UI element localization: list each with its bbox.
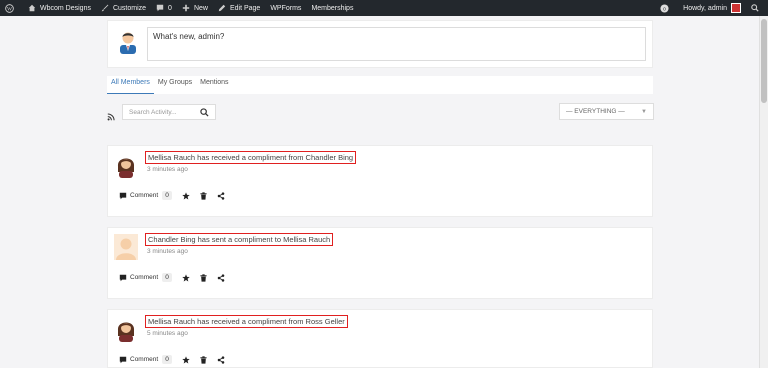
post-update-form: What's new, admin? xyxy=(107,20,653,68)
activity-text-link[interactable]: Mellisa Rauch has received a compliment … xyxy=(145,315,348,328)
edit-page-link[interactable]: Edit Page xyxy=(213,0,265,16)
activity-item: Mellisa Rauch has received a compliment … xyxy=(107,309,653,368)
tab-my-groups[interactable]: My Groups xyxy=(154,76,196,94)
activity-actions: Comment 0 xyxy=(119,355,225,364)
howdy-label: Howdy, admin xyxy=(683,4,727,12)
comment-bubble-icon xyxy=(156,4,164,12)
activity-timestamp[interactable]: 3 minutes ago xyxy=(147,166,188,173)
favorite-star-icon[interactable] xyxy=(182,191,190,200)
comments-link[interactable]: 0 xyxy=(151,0,177,16)
plus-icon xyxy=(182,4,190,12)
caret-down-icon: ▼ xyxy=(641,108,647,115)
tab-mentions[interactable]: Mentions xyxy=(196,76,232,94)
new-label: New xyxy=(193,4,208,12)
share-icon[interactable] xyxy=(217,273,225,282)
favorite-star-icon[interactable] xyxy=(182,273,190,282)
search-placeholder: Search Activity... xyxy=(129,108,177,116)
activity-timestamp[interactable]: 5 minutes ago xyxy=(147,330,188,337)
activity-item: Chandler Bing has sent a compliment to M… xyxy=(107,227,653,299)
filter-selected-value: — EVERYTHING — xyxy=(566,108,625,115)
activity-actions: Comment 0 xyxy=(119,273,225,282)
whats-new-textarea[interactable]: What's new, admin? xyxy=(147,27,646,61)
my-account-link[interactable]: Howdy, admin xyxy=(678,0,746,16)
activity-item: Mellisa Rauch has received a compliment … xyxy=(107,145,653,217)
admin-bar: W Wbcom Designs Customize 0 New Edit Pag… xyxy=(0,0,768,16)
site-name-label: Wbcom Designs xyxy=(40,4,91,12)
activity-text-link[interactable]: Mellisa Rauch has received a compliment … xyxy=(145,151,357,164)
activity-search-input[interactable]: Search Activity... xyxy=(122,104,216,120)
activity-timestamp[interactable]: 3 minutes ago xyxy=(147,248,188,255)
activity-text-link[interactable]: Chandler Bing has sent a compliment to M… xyxy=(145,233,334,246)
svg-text:0: 0 xyxy=(663,6,666,12)
female-avatar-icon[interactable] xyxy=(114,152,138,178)
delete-trash-icon[interactable] xyxy=(200,355,207,364)
activity-tabs: All Members My Groups Mentions xyxy=(107,76,653,94)
comment-count: 0 xyxy=(162,191,172,200)
comment-button[interactable]: Comment 0 xyxy=(119,191,172,200)
admin-search-button[interactable] xyxy=(746,0,768,16)
rss-icon[interactable] xyxy=(107,108,115,126)
comment-icon xyxy=(119,192,127,199)
comment-button[interactable]: Comment 0 xyxy=(119,355,172,364)
site-name-link[interactable]: Wbcom Designs xyxy=(23,0,96,16)
home-icon xyxy=(28,4,36,12)
comment-label: Comment xyxy=(130,274,159,281)
share-icon[interactable] xyxy=(217,191,225,200)
comment-icon xyxy=(119,356,127,363)
favorite-star-icon[interactable] xyxy=(182,355,190,364)
pencil-icon xyxy=(218,4,226,12)
comments-count: 0 xyxy=(168,4,172,12)
scrollbar-thumb[interactable] xyxy=(761,19,767,103)
wordpress-logo-icon[interactable]: W xyxy=(0,0,23,16)
share-icon[interactable] xyxy=(217,355,225,364)
activity-actions: Comment 0 xyxy=(119,191,225,200)
customize-link[interactable]: Customize xyxy=(96,0,151,16)
admin-avatar-icon xyxy=(116,28,140,54)
admin-avatar xyxy=(731,3,741,13)
comment-count: 0 xyxy=(162,355,172,364)
female-avatar-icon[interactable] xyxy=(114,316,138,342)
page-scrollbar[interactable] xyxy=(759,16,768,368)
bell-badge[interactable]: 0 xyxy=(655,0,678,16)
customize-label: Customize xyxy=(112,4,147,12)
search-icon[interactable] xyxy=(200,107,209,117)
default-avatar-icon[interactable] xyxy=(114,234,138,260)
comment-label: Comment xyxy=(130,192,159,199)
tab-all-members[interactable]: All Members xyxy=(107,76,154,94)
comment-icon xyxy=(119,274,127,281)
edit-page-label: Edit Page xyxy=(229,4,261,12)
comment-count: 0 xyxy=(162,273,172,282)
memberships-link[interactable]: Memberships xyxy=(306,0,358,16)
notification-icon: 0 xyxy=(660,3,669,13)
wpforms-label: WPForms xyxy=(270,4,302,12)
brush-icon xyxy=(101,4,109,12)
comment-label: Comment xyxy=(130,356,159,363)
new-content-link[interactable]: New xyxy=(177,0,213,16)
search-icon xyxy=(751,4,759,12)
comment-button[interactable]: Comment 0 xyxy=(119,273,172,282)
delete-trash-icon[interactable] xyxy=(200,191,207,200)
memberships-label: Memberships xyxy=(311,4,354,12)
delete-trash-icon[interactable] xyxy=(200,273,207,282)
activity-filter-select[interactable]: — EVERYTHING — ▼ xyxy=(559,103,654,120)
wpforms-link[interactable]: WPForms xyxy=(265,0,306,16)
